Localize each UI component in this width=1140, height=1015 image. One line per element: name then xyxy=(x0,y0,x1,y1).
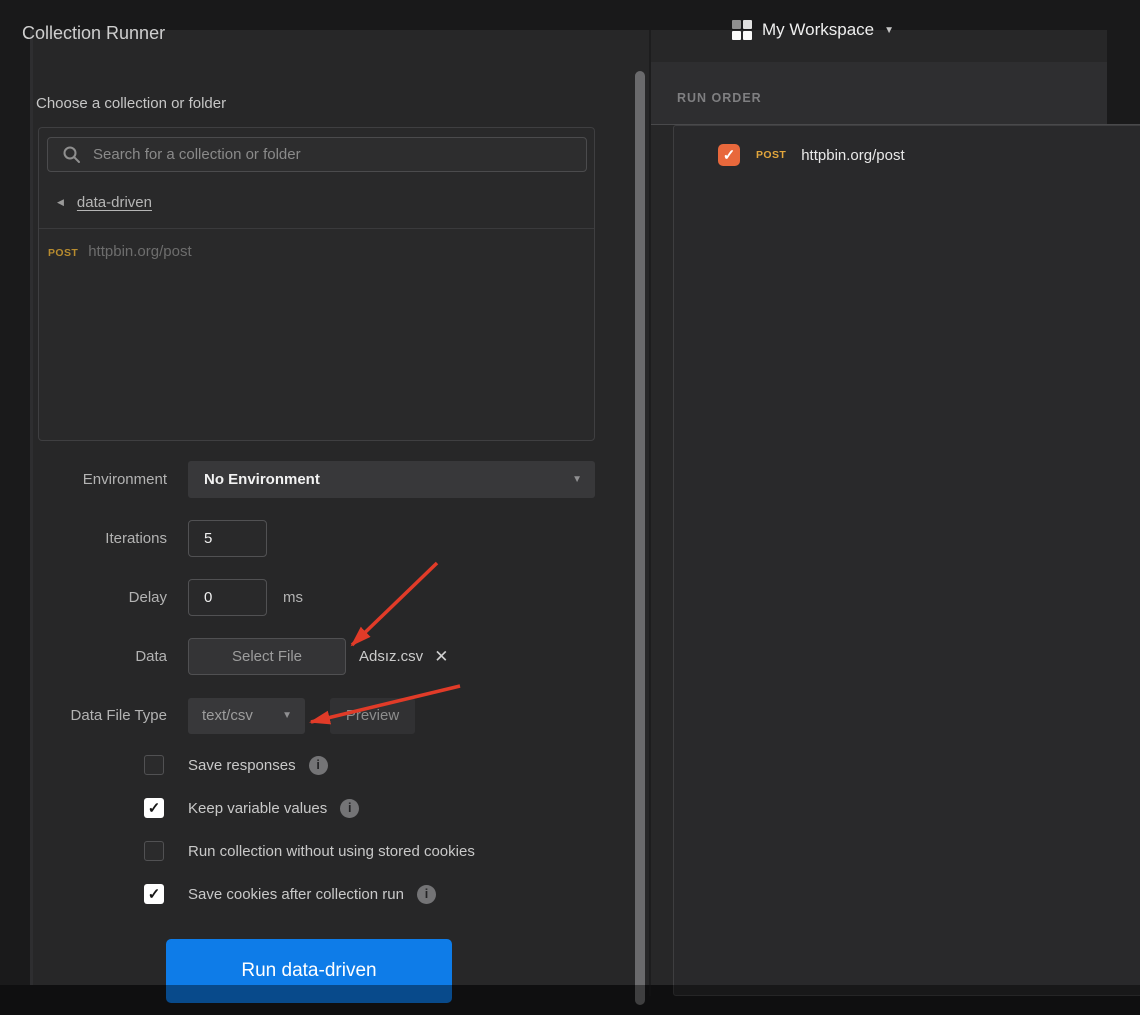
stored-cookies-checkbox[interactable] xyxy=(144,841,164,861)
data-file-name: Adsız.csv xyxy=(359,648,423,665)
run-order-title: RUN ORDER xyxy=(677,91,762,105)
info-icon[interactable]: i xyxy=(309,756,328,775)
collection-request-row[interactable]: POST httpbin.org/post xyxy=(48,243,192,260)
request-method-badge: POST xyxy=(48,247,78,259)
page-title: Collection Runner xyxy=(22,23,165,44)
top-bar xyxy=(0,0,1140,30)
data-file-type-value: text/csv xyxy=(202,707,253,724)
search-icon xyxy=(62,145,81,164)
run-order-item[interactable]: ✓ POST httpbin.org/post xyxy=(718,144,905,166)
save-cookies-checkbox[interactable]: ✓ xyxy=(144,884,164,904)
delay-label: Delay xyxy=(36,589,167,606)
run-order-url: httpbin.org/post xyxy=(801,147,904,164)
keep-variable-values-label: Keep variable values xyxy=(188,800,327,817)
preview-button[interactable]: Preview xyxy=(330,698,415,734)
save-responses-label: Save responses xyxy=(188,757,296,774)
run-collection-button[interactable]: Run data-driven xyxy=(166,939,452,1003)
save-cookies-label: Save cookies after collection run xyxy=(188,886,404,903)
collection-runner-window: Collection Runner My Workspace ▼ Choose … xyxy=(0,0,1140,1015)
list-divider xyxy=(39,228,594,229)
save-responses-checkbox[interactable] xyxy=(144,755,164,775)
environment-row: Environment No Environment ▼ xyxy=(36,461,636,498)
delay-input[interactable] xyxy=(188,579,267,616)
iterations-row: Iterations xyxy=(36,520,636,557)
data-file-type-dropdown[interactable]: text/csv ▼ xyxy=(188,698,305,734)
delay-unit: ms xyxy=(283,589,303,606)
chevron-down-icon: ▼ xyxy=(572,474,582,485)
workspace-grid-icon xyxy=(732,20,752,40)
choose-collection-label: Choose a collection or folder xyxy=(36,95,226,112)
clear-file-icon[interactable]: ✕ xyxy=(434,648,448,665)
request-url: httpbin.org/post xyxy=(88,243,191,260)
panel-divider xyxy=(649,30,651,996)
data-file-type-label: Data File Type xyxy=(36,707,167,724)
collection-search[interactable] xyxy=(47,137,587,172)
iterations-input[interactable] xyxy=(188,520,267,557)
chevron-down-icon: ▼ xyxy=(282,710,292,721)
breadcrumb-collection-link[interactable]: data-driven xyxy=(77,194,152,211)
collection-picker: ◀ data-driven POST httpbin.org/post xyxy=(38,127,595,441)
select-file-button[interactable]: Select File xyxy=(188,638,346,675)
save-responses-row: Save responses i xyxy=(144,754,328,776)
info-icon[interactable]: i xyxy=(417,885,436,904)
data-file-type-row: Data File Type text/csv ▼ Preview xyxy=(36,697,636,734)
environment-label: Environment xyxy=(36,471,167,488)
chevron-down-icon: ▼ xyxy=(884,25,894,36)
back-icon[interactable]: ◀ xyxy=(57,197,64,208)
iterations-label: Iterations xyxy=(36,530,167,547)
environment-dropdown[interactable]: No Environment ▼ xyxy=(188,461,595,498)
data-label: Data xyxy=(36,648,167,665)
stored-cookies-label: Run collection without using stored cook… xyxy=(188,843,475,860)
save-cookies-row: ✓ Save cookies after collection run i xyxy=(144,883,436,905)
keep-variable-values-checkbox[interactable]: ✓ xyxy=(144,798,164,818)
vertical-scrollbar[interactable] xyxy=(635,71,645,1005)
run-order-list: ✓ POST httpbin.org/post xyxy=(673,125,1140,996)
search-input[interactable] xyxy=(93,146,576,163)
run-order-item-checkbox[interactable]: ✓ xyxy=(718,144,740,166)
workspace-selector[interactable]: My Workspace ▼ xyxy=(732,20,894,40)
keep-variable-values-row: ✓ Keep variable values i xyxy=(144,797,359,819)
stored-cookies-row: Run collection without using stored cook… xyxy=(144,840,475,862)
data-row: Data Select File Adsız.csv ✕ xyxy=(36,638,636,675)
breadcrumb: ◀ data-driven xyxy=(57,194,152,211)
run-order-method-badge: POST xyxy=(756,149,786,161)
workspace-label: My Workspace xyxy=(762,20,874,40)
delay-row: Delay ms xyxy=(36,579,636,616)
info-icon[interactable]: i xyxy=(340,799,359,818)
environment-value: No Environment xyxy=(204,471,320,488)
